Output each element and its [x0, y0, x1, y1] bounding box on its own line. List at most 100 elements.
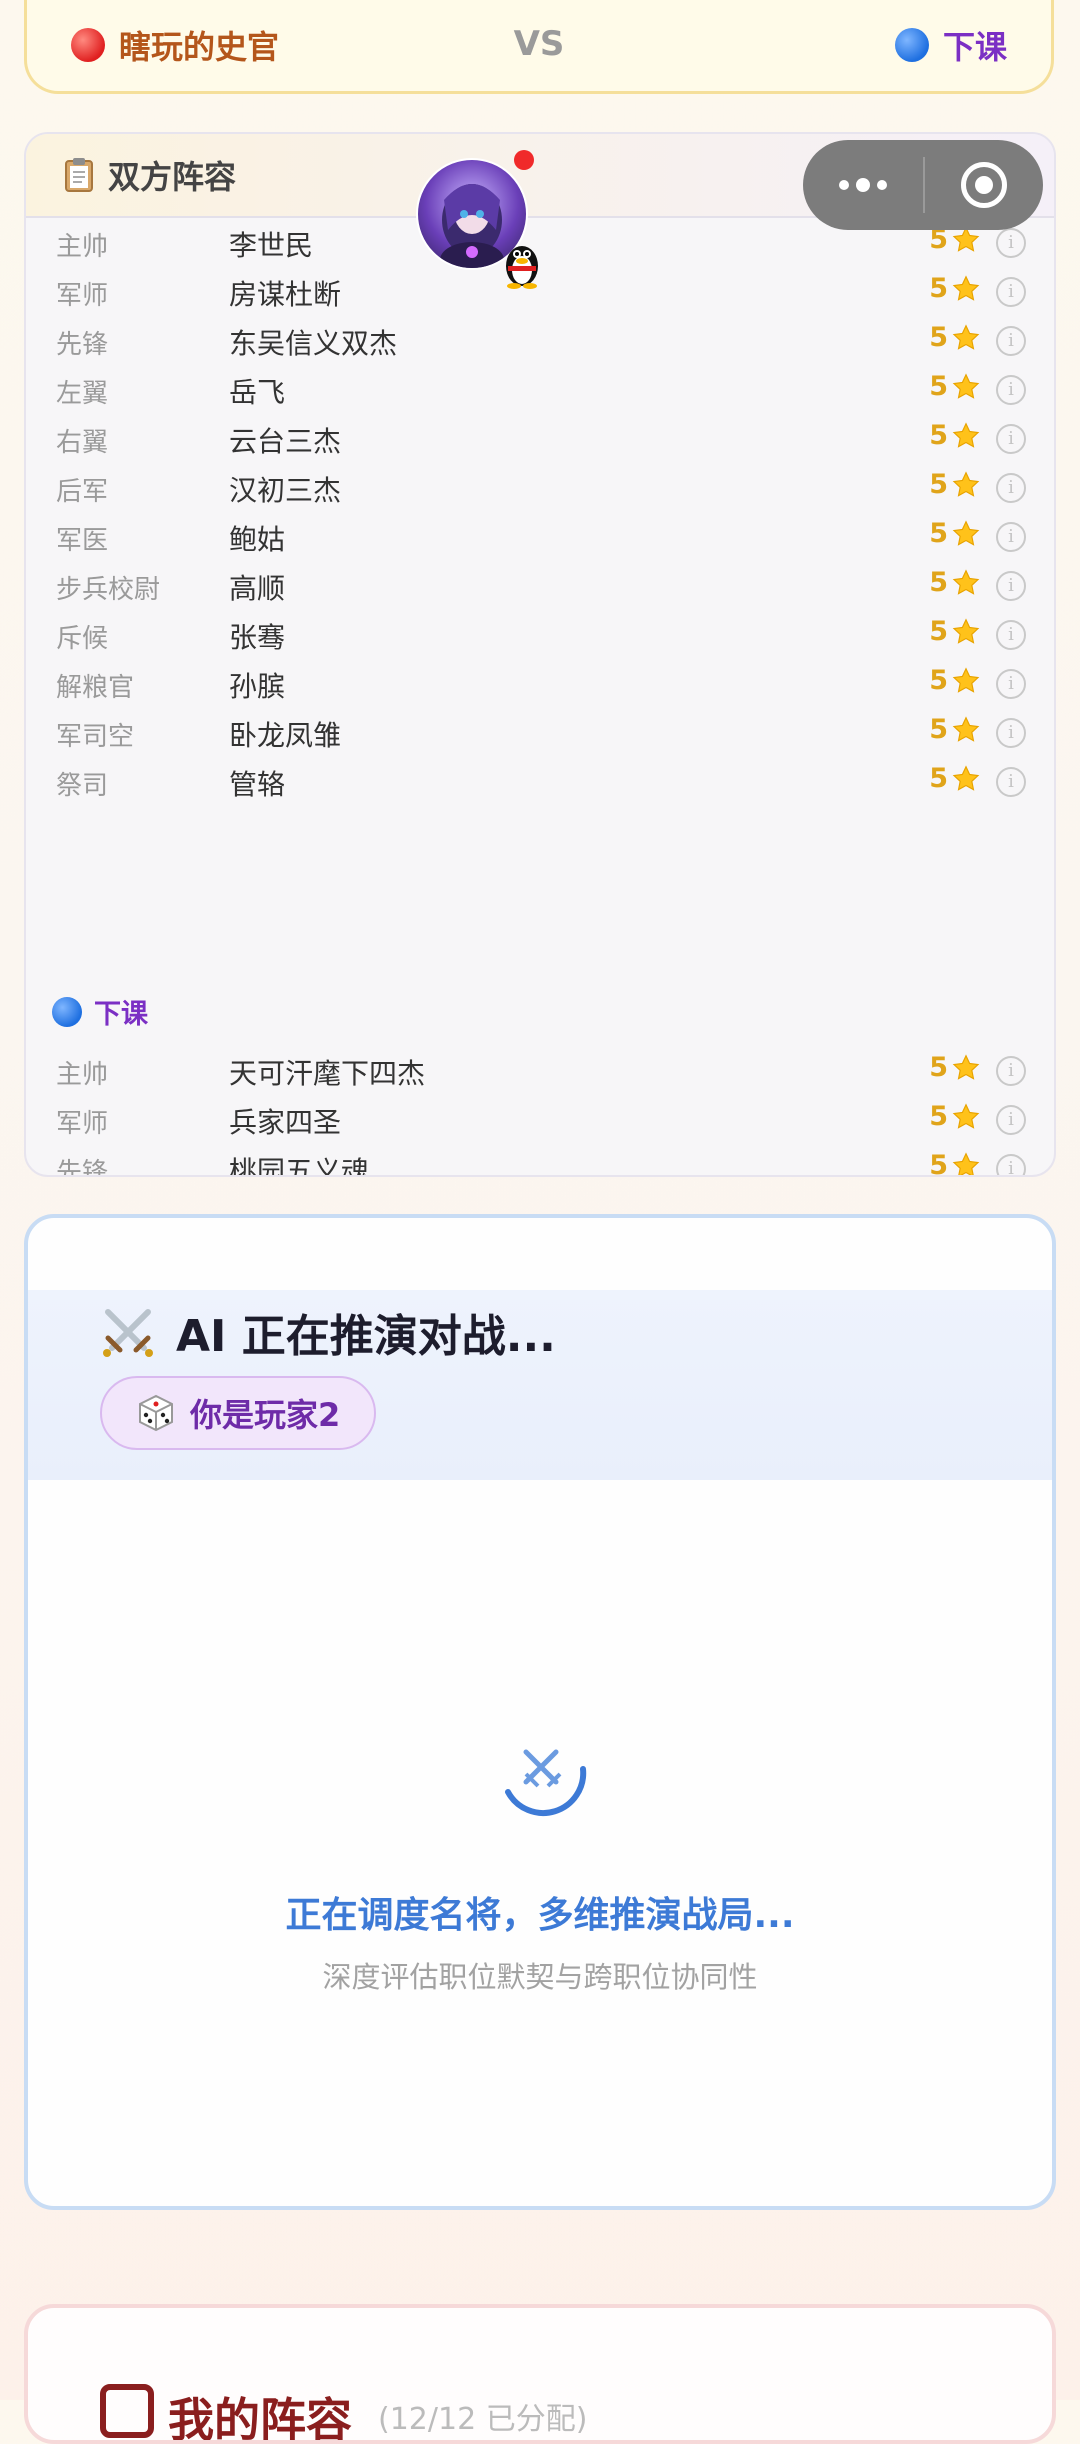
star-rating: 5 [929, 518, 980, 549]
star-rating: 5 [929, 665, 980, 696]
info-icon[interactable]: i [996, 522, 1026, 552]
position-label: 左翼 [56, 379, 109, 409]
rating-value: 5 [929, 763, 948, 794]
position-label: 右翼 [56, 428, 109, 458]
rating-value: 5 [929, 273, 948, 304]
info-icon[interactable]: i [996, 473, 1026, 503]
info-icon[interactable]: i [996, 424, 1026, 454]
team2-name: 下课 [94, 999, 148, 1030]
info-icon[interactable]: i [996, 326, 1026, 356]
mini-program-capsule [803, 140, 1043, 230]
star-rating: 5 [929, 420, 980, 451]
star-icon [952, 715, 980, 742]
roster-row[interactable]: 先锋 桃园五义魂 5 i [26, 1144, 1054, 1177]
position-label: 先锋 [56, 330, 109, 360]
rating-value: 5 [929, 469, 948, 500]
general-name: 兵家四圣 [229, 1106, 342, 1139]
team2-roster-list: 主帅天可汗麾下四杰5i军师兵家四圣5i先锋桃园五义魂5i左翼铁甲玄戈5i右翼汉武… [26, 1046, 1054, 1177]
info-icon[interactable]: i [996, 767, 1026, 797]
info-icon[interactable]: i [996, 228, 1026, 258]
my-lineup-subtitle: (12/12 已分配) [378, 2402, 588, 2437]
star-rating: 5 [929, 567, 980, 598]
sword-spinner-icon [505, 1749, 587, 1816]
general-name: 李世民 [229, 229, 314, 262]
position-label: 斥候 [56, 624, 109, 654]
position-label: 解粮官 [56, 673, 135, 703]
vs-header: 瞎玩的史官 VS 下课 [24, 0, 1054, 94]
rating-value: 5 [929, 1150, 948, 1177]
general-name: 高顺 [229, 572, 286, 605]
rating-value: 5 [929, 665, 948, 696]
star-icon [952, 470, 980, 497]
position-label: 主帅 [56, 232, 109, 262]
blue-circle-icon [52, 996, 82, 1027]
roster-row[interactable]: 军司空 卧龙凤雏 5 i [26, 708, 1054, 757]
star-icon [952, 1053, 980, 1080]
my-lineup-title: 我的阵容 [168, 2393, 352, 2444]
battle-title-text: AI 正在推演对战... [176, 1311, 556, 1362]
loading-subtext: 深度评估职位默契与跨职位协同性 [322, 1960, 758, 1994]
roster-row[interactable]: 后军 汉初三杰 5 i [26, 463, 1054, 512]
star-rating: 5 [929, 322, 980, 353]
roster-row[interactable]: 右翼 云台三杰 5 i [26, 414, 1054, 463]
position-label: 后军 [56, 477, 109, 507]
roster-row[interactable]: 斥候 张骞 5 i [26, 610, 1054, 659]
position-label: 军师 [56, 281, 109, 311]
star-rating: 5 [929, 714, 980, 745]
rating-value: 5 [929, 567, 948, 598]
battle-simulation-card: AI 正在推演对战... 你是玩家2 正在调度名将，多维推演战局... 深度评估… [24, 1214, 1056, 2210]
close-mini-program-icon[interactable] [925, 140, 1043, 230]
team1-roster-list: 主帅 李世民 5 i 军师 房谋杜断 5 i 先锋 东吴信义双杰 5 i 左翼 岳飞 5 i 右翼 云台三杰 5 i 后… [26, 218, 1054, 806]
star-icon [952, 372, 980, 399]
roster-row[interactable]: 祭司 管辂 5 i [26, 757, 1054, 806]
player-badge: 你是玩家2 [100, 1376, 377, 1450]
info-icon[interactable]: i [996, 1056, 1026, 1086]
position-label: 军司空 [56, 722, 135, 752]
roster-row[interactable]: 军医 鲍姑 5 i [26, 512, 1054, 561]
clipboard-icon [65, 158, 93, 192]
info-icon[interactable]: i [996, 277, 1026, 307]
info-icon[interactable]: i [996, 669, 1026, 699]
info-icon[interactable]: i [996, 620, 1026, 650]
general-name: 房谋杜断 [229, 278, 342, 311]
general-name: 天可汗麾下四杰 [229, 1057, 426, 1090]
loading-text: 正在调度名将，多维推演战局... [285, 1895, 795, 1936]
roster-row[interactable]: 军师 兵家四圣 5 i [26, 1095, 1054, 1144]
dice-icon [139, 1394, 173, 1432]
rating-value: 5 [929, 371, 948, 402]
position-label: 军医 [56, 526, 109, 556]
info-icon[interactable]: i [996, 375, 1026, 405]
info-icon[interactable]: i [996, 571, 1026, 601]
general-name: 卧龙凤雏 [229, 719, 342, 752]
roster-row[interactable]: 左翼 岳飞 5 i [26, 365, 1054, 414]
roster-row[interactable]: 先锋 东吴信义双杰 5 i [26, 316, 1054, 365]
player-badge-text: 你是玩家2 [190, 1396, 341, 1434]
star-rating: 5 [929, 273, 980, 304]
more-icon[interactable] [803, 140, 923, 230]
general-name: 桃园五义魂 [229, 1155, 370, 1177]
info-icon[interactable]: i [996, 1154, 1026, 1175]
rating-value: 5 [929, 420, 948, 451]
info-icon[interactable]: i [996, 718, 1026, 748]
rating-value: 5 [929, 1052, 948, 1083]
right-team: 下课 [894, 22, 1007, 68]
star-icon [952, 617, 980, 644]
team2-label: 下课 [52, 992, 148, 1031]
star-icon [952, 323, 980, 350]
star-rating: 5 [929, 1101, 980, 1132]
position-label: 步兵校尉 [56, 575, 161, 605]
roster-row[interactable]: 解粮官 孙膑 5 i [26, 659, 1054, 708]
star-icon [952, 1102, 980, 1129]
star-rating: 5 [929, 371, 980, 402]
position-label: 祭司 [56, 771, 109, 801]
star-icon [952, 568, 980, 595]
info-icon[interactable]: i [996, 1105, 1026, 1135]
lineup-icon [100, 2384, 154, 2438]
star-rating: 5 [929, 1052, 980, 1083]
roster-row[interactable]: 主帅 天可汗麾下四杰 5 i [26, 1046, 1054, 1095]
roster-row[interactable]: 步兵校尉 高顺 5 i [26, 561, 1054, 610]
rating-value: 5 [929, 322, 948, 353]
star-rating: 5 [929, 1150, 980, 1177]
general-name: 云台三杰 [229, 425, 342, 458]
star-icon [952, 421, 980, 448]
